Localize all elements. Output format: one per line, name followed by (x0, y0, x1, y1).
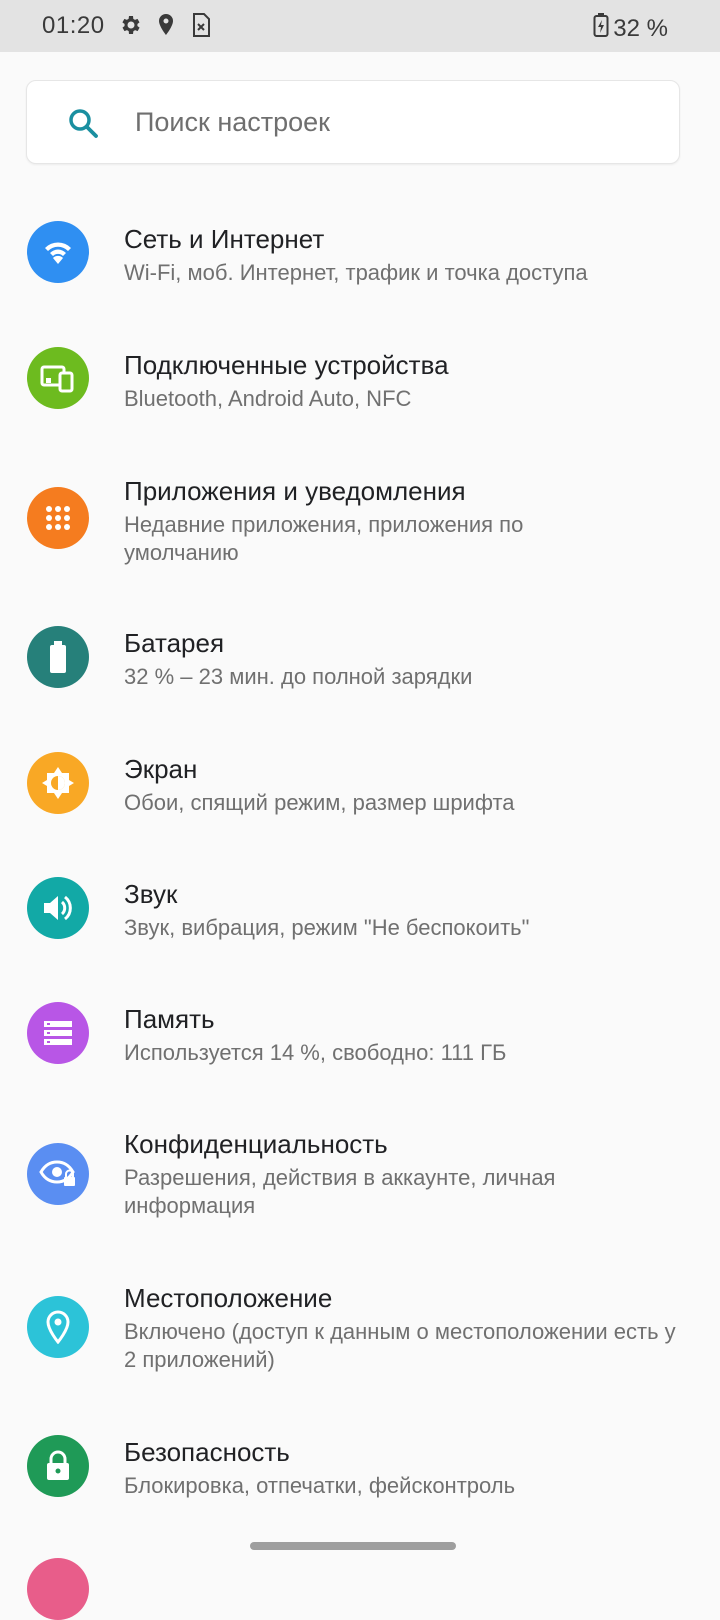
privacy-eye-icon (27, 1143, 89, 1205)
item-title: Сеть и Интернет (124, 224, 325, 254)
item-title: Звук (124, 879, 178, 909)
search-icon (67, 107, 99, 144)
item-title: Экран (124, 754, 198, 784)
gear-icon (118, 13, 142, 42)
devices-icon (27, 347, 89, 409)
settings-item-display[interactable]: Экран Обои, спящий режим, размер шрифта (0, 752, 720, 862)
item-title: Батарея (124, 628, 225, 658)
item-subtitle: Разрешения, действия в аккаунте, личная … (124, 1165, 556, 1218)
settings-item-security[interactable]: Безопасность Блокировка, отпечатки, фейс… (0, 1435, 720, 1535)
settings-item-location[interactable]: Местоположение Включено (доступ к данным… (0, 1281, 720, 1411)
item-title: Конфиденциальность (124, 1129, 388, 1159)
item-subtitle: Включено (доступ к данным о местоположен… (124, 1319, 676, 1372)
item-subtitle: Wi-Fi, моб. Интернет, трафик и точка дос… (124, 260, 588, 285)
battery-status: 32 % (593, 12, 668, 45)
item-subtitle: Обои, спящий режим, размер шрифта (124, 790, 515, 815)
settings-item-sound[interactable]: Звук Звук, вибрация, режим "Не беспокоит… (0, 877, 720, 987)
item-subtitle: Блокировка, отпечатки, фейсконтроль (124, 1473, 516, 1498)
item-subtitle: Используется 14 %, свободно: 111 ГБ (124, 1040, 507, 1065)
item-title: Местоположение (124, 1283, 333, 1313)
lock-icon (27, 1435, 89, 1497)
battery-charging-icon (593, 12, 609, 45)
volume-icon (27, 877, 89, 939)
item-subtitle: Bluetooth, Android Auto, NFC (124, 386, 412, 411)
wifi-icon (27, 221, 89, 283)
item-subtitle: Недавние приложения, приложения по умолч… (124, 512, 524, 565)
settings-item-battery[interactable]: Батарея 32 % – 23 мин. до полной зарядки (0, 626, 720, 736)
settings-item-connected-devices[interactable]: Подключенные устройства Bluetooth, Andro… (0, 346, 720, 456)
sim-card-icon (190, 12, 212, 43)
status-time: 01:20 (42, 12, 105, 39)
location-icon (27, 1296, 89, 1358)
settings-item-apps[interactable]: Приложения и уведомления Недавние прилож… (0, 472, 720, 602)
status-bar: 01:20 32 % (0, 0, 720, 52)
item-title: Память (124, 1004, 215, 1034)
location-pin-icon (156, 13, 176, 42)
battery-percent: 32 % (613, 14, 668, 42)
gesture-nav-bar[interactable] (250, 1542, 456, 1550)
search-placeholder: Поиск настроек (135, 107, 330, 137)
next-item-icon (27, 1558, 89, 1620)
battery-icon (27, 626, 89, 688)
item-subtitle: Звук, вибрация, режим "Не беспокоить" (124, 915, 530, 940)
storage-icon (27, 1002, 89, 1064)
apps-grid-icon (27, 487, 89, 549)
status-icons (118, 12, 212, 43)
item-subtitle: 32 % – 23 мин. до полной зарядки (124, 664, 473, 689)
item-title: Подключенные устройства (124, 350, 449, 380)
settings-item-storage[interactable]: Память Используется 14 %, свободно: 111 … (0, 1002, 720, 1112)
item-title: Безопасность (124, 1437, 290, 1467)
settings-item-network[interactable]: Сеть и Интернет Wi-Fi, моб. Интернет, тр… (0, 220, 720, 330)
brightness-icon (27, 752, 89, 814)
search-bar[interactable]: Поиск настроек (26, 80, 680, 164)
item-title: Приложения и уведомления (124, 476, 466, 506)
settings-item-privacy[interactable]: Конфиденциальность Разрешения, действия … (0, 1127, 720, 1257)
